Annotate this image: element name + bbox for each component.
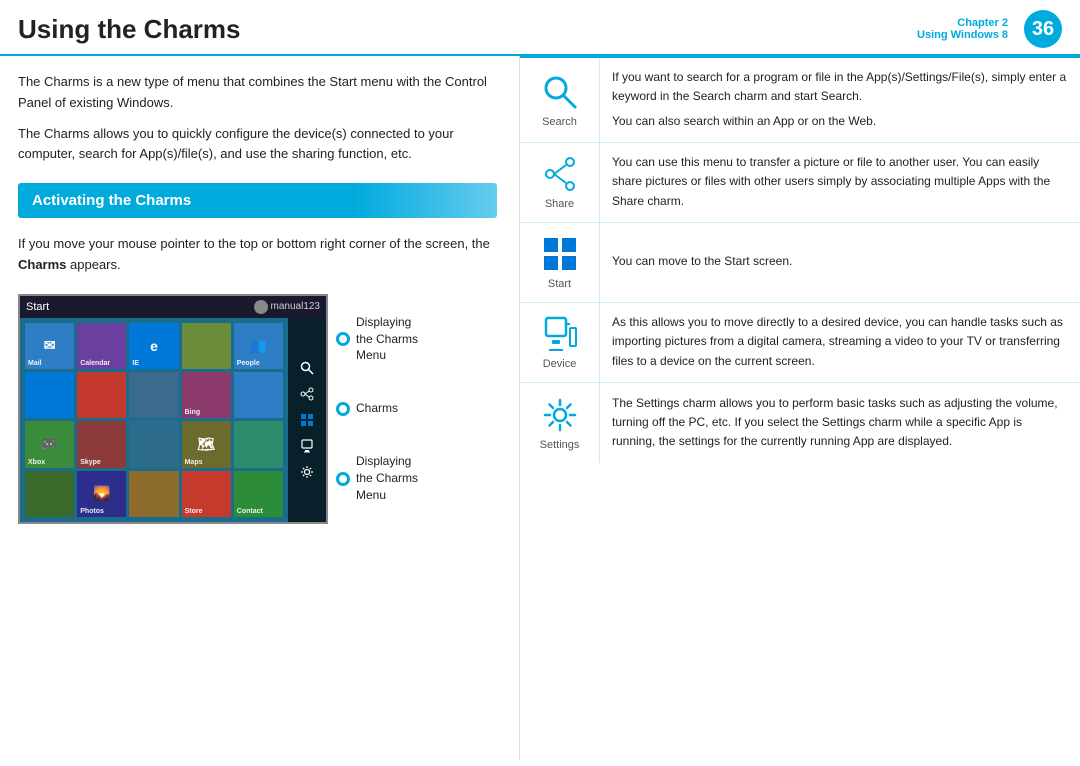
charm-icon-col-device: Device [520,303,600,382]
win8-tile [129,372,178,418]
win8-tile: Bing [182,372,231,418]
charm-icon-col-start: Start [520,223,600,302]
chapter-info: Chapter 2 Using Windows 8 36 [917,10,1062,48]
charm-row-start: Start You can move to the Start screen. [520,223,1080,303]
callout-label-1: Displayingthe CharmsMenu [356,314,418,364]
win8-tile: eIE [129,323,178,369]
taskbar-label: Start [26,301,49,313]
charm-desc-device: As this allows you to move directly to a… [600,303,1080,382]
win8-tile: 🌄Photos [77,471,126,517]
win8-tile [25,471,74,517]
callout-dot-1 [336,332,350,346]
charm-desc-settings: The Settings charm allows you to perform… [600,383,1080,463]
callout-1: Displayingthe CharmsMenu [336,314,418,364]
charm-row-search: Search If you want to search for a progra… [520,58,1080,143]
charm-settings-small [297,462,317,482]
charms-bold: Charms [18,257,66,272]
intro-paragraph-1: The Charms is a new type of menu that co… [18,72,497,114]
charm-name-search: Search [542,116,577,128]
charm-name-start: Start [548,278,571,290]
callout-3: Displayingthe CharmsMenu [336,453,418,503]
win8-tiles: ✉MailCalendareIE 👥PeopleBing 🎮XboxSkype 🗺Ma… [20,318,288,522]
win8-tile: 🗺Maps [182,421,231,467]
callouts: Displayingthe CharmsMenu Charms Displayi… [336,294,418,524]
screenshot-area: Start manual123 ✉MailCalendareIE 👥PeopleB… [18,294,497,524]
win8-screenshot: Start manual123 ✉MailCalendareIE 👥PeopleB… [18,294,328,524]
charm-name-device: Device [543,358,577,370]
charm-name-share: Share [545,198,574,210]
charm-icon-col-settings: Settings [520,383,600,463]
win8-tile [234,421,283,467]
win8-tile [129,421,178,467]
charm-row-share: Share You can use this menu to transfer a… [520,143,1080,223]
charm-desc-start: You can move to the Start screen. [600,223,1080,302]
charm-desc-share: You can use this menu to transfer a pict… [600,143,1080,222]
callout-dot-3 [336,472,350,486]
intro-paragraph-2: The Charms allows you to quickly configu… [18,124,497,166]
win8-tile: 🎮Xbox [25,421,74,467]
win8-tile [234,372,283,418]
right-column: Search If you want to search for a progra… [520,56,1080,760]
settings-icon [540,395,580,435]
left-column: The Charms is a new type of menu that co… [0,56,520,760]
callout-label-2: Charms [356,400,398,417]
win8-tile [25,372,74,418]
charm-desc-search: If you want to search for a program or f… [600,58,1080,142]
win8-taskbar: Start manual123 [20,296,326,318]
charm-row-device: Device As this allows you to move directl… [520,303,1080,383]
win8-tile: 👥People [234,323,283,369]
win8-tile: Store [182,471,231,517]
start-icon [540,234,580,274]
win8-charms-bar [288,318,326,522]
chapter-label: Chapter 2 [957,17,1008,29]
user-icon [254,300,268,314]
share-icon [540,154,580,194]
charm-icon-col-search: Search [520,58,600,142]
main-content: The Charms is a new type of menu that co… [0,56,1080,760]
callout-dot-2 [336,402,350,416]
win8-tile: Skype [77,421,126,467]
page-title: Using the Charms [18,14,241,45]
charm-search-small [297,358,317,378]
charm-share-small [297,384,317,404]
taskbar-user: manual123 [254,300,320,314]
page-header: Using the Charms Chapter 2 Using Windows… [0,0,1080,56]
callout-2: Charms [336,400,418,417]
win8-tile [77,372,126,418]
activating-charms-header: Activating the Charms [18,183,497,218]
win8-tile: ✉Mail [25,323,74,369]
win8-tile: Contact [234,471,283,517]
win8-tile: Calendar [77,323,126,369]
charm-row-settings: Settings The Settings charm allows you to… [520,383,1080,463]
charm-device-small [297,436,317,456]
search-icon [540,72,580,112]
win8-tile [129,471,178,517]
activating-paragraph: If you move your mouse pointer to the to… [18,234,497,276]
charm-name-settings: Settings [540,439,580,451]
device-icon [540,314,580,354]
callout-label-3: Displayingthe CharmsMenu [356,453,418,503]
win8-tile [182,323,231,369]
chapter-sub: Using Windows 8 [917,29,1008,41]
chapter-text: Chapter 2 Using Windows 8 [917,17,1008,41]
charm-icon-col-share: Share [520,143,600,222]
charm-start-small [297,410,317,430]
chapter-badge: 36 [1024,10,1062,48]
